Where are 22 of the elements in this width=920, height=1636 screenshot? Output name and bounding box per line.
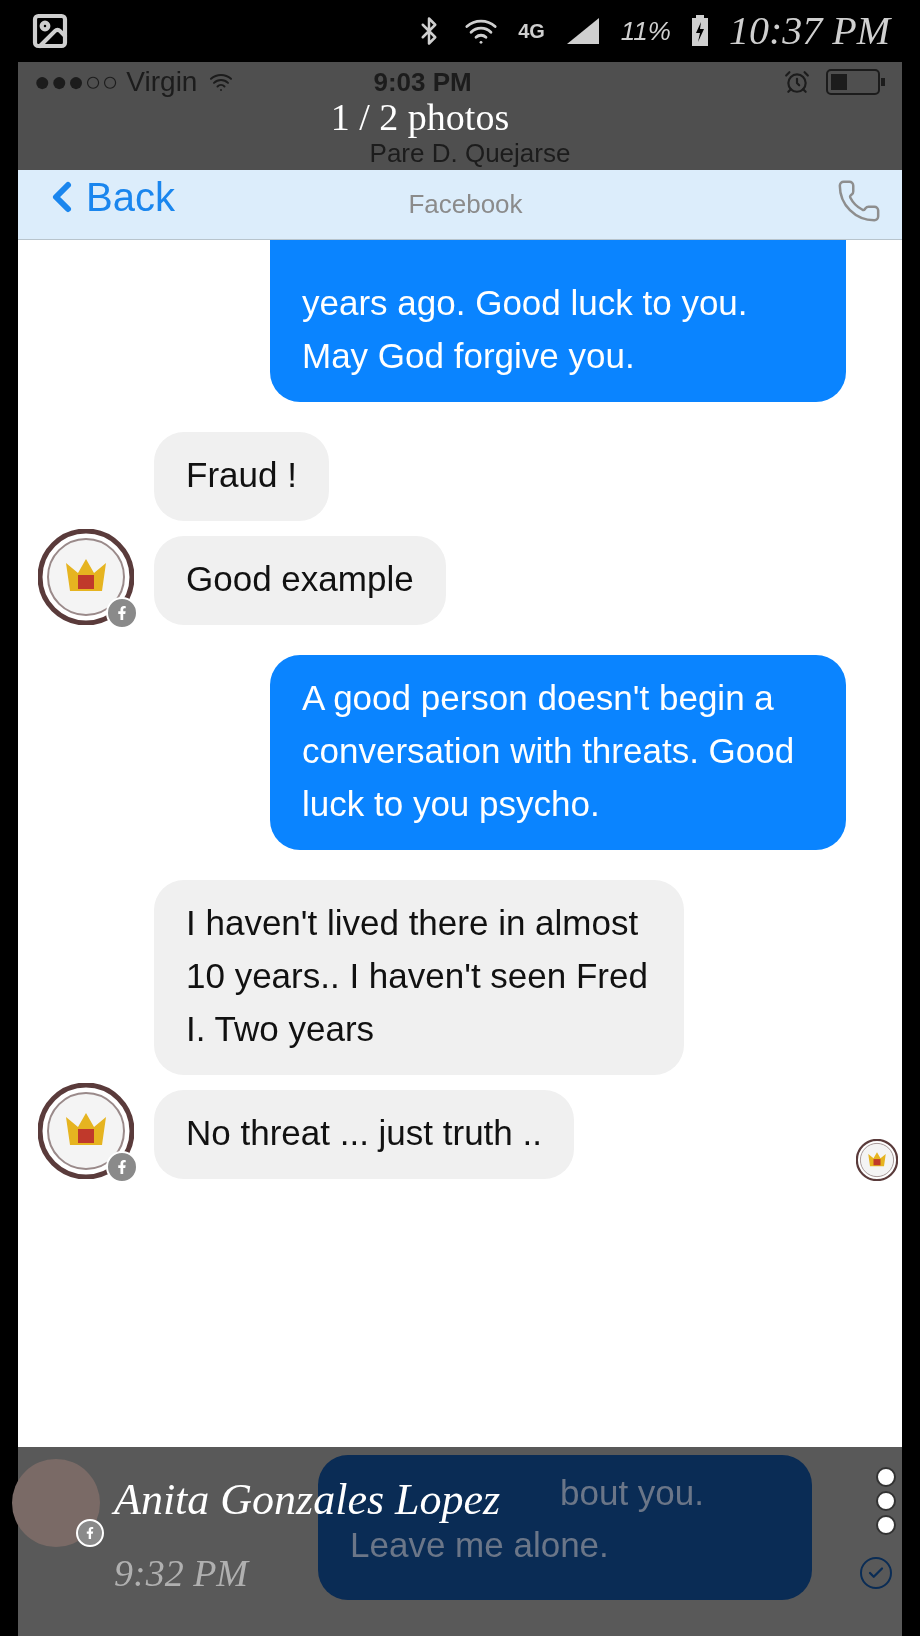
- battery-icon: [826, 69, 886, 95]
- received-message-bubble: Fraud !: [154, 432, 329, 521]
- contact-source: Facebook: [408, 188, 523, 221]
- received-message-bubble: Good example: [154, 536, 446, 625]
- received-message-bubble: No threat ... just truth ..: [154, 1090, 574, 1179]
- sent-message-bubble: A good person doesn't begin a conversation with threats. Good luck to you psycho.: [270, 655, 846, 850]
- more-options-icon[interactable]: [876, 1467, 896, 1535]
- sent-message-bubble: years ago. Good luck to you. May God forgive you.: [270, 240, 846, 402]
- battery-charging-icon: [690, 15, 709, 47]
- crest-avatar-icon: [856, 1139, 898, 1181]
- message-time: 9:32 PM: [114, 1551, 249, 1596]
- crest-avatar-icon: [38, 1083, 134, 1179]
- facebook-badge-icon: [76, 1519, 104, 1547]
- back-button[interactable]: Back: [38, 166, 175, 227]
- received-message-bubble: I haven't lived there in almost 10 years.. I haven't seen Fred I. Two years: [154, 880, 684, 1075]
- battery-percent: 11%: [620, 14, 671, 48]
- gallery-icon: [30, 11, 70, 51]
- network-type: 4G: [518, 19, 545, 44]
- alarm-icon: [784, 69, 810, 95]
- crest-avatar-icon: [38, 529, 134, 625]
- clock-time: 10:37 PM: [728, 7, 890, 55]
- photo-counter: 1 / 2 photos: [330, 98, 510, 136]
